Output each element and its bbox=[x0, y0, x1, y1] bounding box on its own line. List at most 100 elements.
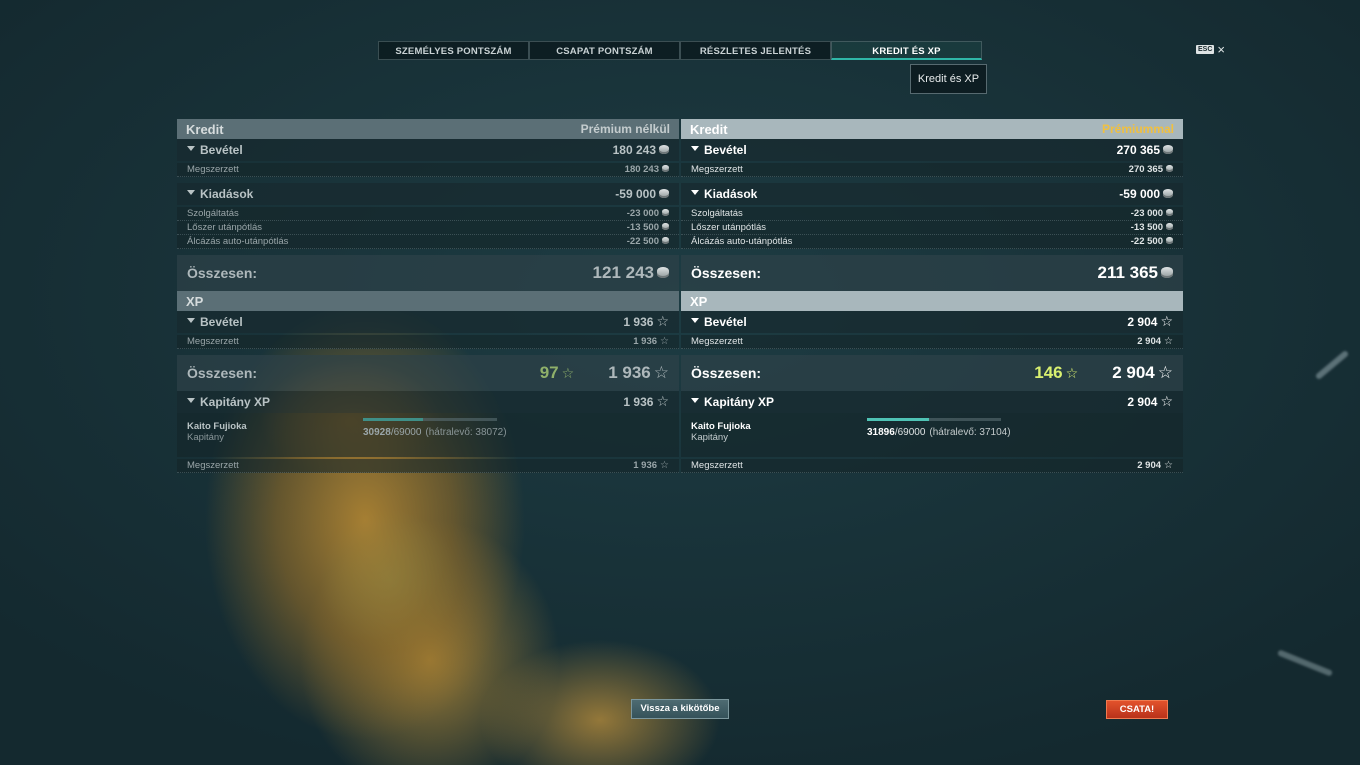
captain-progress-bar bbox=[867, 418, 1001, 421]
collapse-triangle-icon bbox=[691, 318, 699, 324]
item-value: -23 000 bbox=[1130, 208, 1163, 219]
expenses-group[interactable]: Kiadások -59 000 bbox=[681, 183, 1183, 205]
premium-status-label: Prémium nélkül bbox=[580, 122, 670, 136]
star-icon: ☆ bbox=[656, 393, 669, 409]
credit-total-row: Összesen: 211 365 bbox=[681, 255, 1183, 291]
star-icon: ☆ bbox=[656, 313, 669, 329]
xp-income-group[interactable]: Bevétel 1 936 ☆ bbox=[177, 311, 679, 333]
tab-personal-score[interactable]: SZEMÉLYES PONTSZÁM bbox=[378, 41, 529, 60]
xp-total-row: Összesen: 146 ☆ 2 904 ☆ bbox=[681, 355, 1183, 391]
captain-progress-current: 30928 bbox=[363, 427, 391, 438]
xp-title: XP bbox=[690, 293, 708, 309]
item-label: Megszerzett bbox=[691, 460, 743, 471]
credit-total-value: 211 365 bbox=[1097, 263, 1158, 282]
expenses-label: Kiadások bbox=[200, 187, 254, 201]
income-group[interactable]: Bevétel 270 365 bbox=[681, 139, 1183, 161]
tab-credit-xp[interactable]: KREDIT ÉS XP bbox=[831, 41, 982, 60]
item-label: Álcázás auto-utánpótlás bbox=[187, 236, 289, 247]
captain-progress-fill bbox=[867, 418, 929, 421]
item-value: 2 904 bbox=[1137, 335, 1162, 347]
xp-income-label: Bevétel bbox=[704, 315, 747, 329]
star-icon: ☆ bbox=[660, 459, 669, 471]
income-label: Bevétel bbox=[704, 143, 747, 157]
item-value: -13 500 bbox=[1130, 222, 1163, 233]
captain-progress-fill bbox=[363, 418, 424, 421]
base-xp-value: 97 bbox=[539, 363, 559, 382]
xp-income-group[interactable]: Bevétel 2 904 ☆ bbox=[681, 311, 1183, 333]
item-label: Megszerzett bbox=[691, 336, 743, 347]
base-xp-value: 146 bbox=[1034, 363, 1063, 382]
captain-xp-value: 2 904 bbox=[1127, 395, 1158, 409]
item-value: -13 500 bbox=[626, 222, 659, 233]
star-icon: ☆ bbox=[660, 335, 669, 347]
xp-header: XP bbox=[177, 291, 679, 311]
collapse-triangle-icon bbox=[187, 318, 195, 324]
list-item: Megszerzett 180 243 bbox=[177, 163, 679, 177]
results-tabs: SZEMÉLYES PONTSZÁM CSAPAT PONTSZÁM RÉSZL… bbox=[378, 41, 982, 60]
income-value: 270 365 bbox=[1116, 143, 1160, 157]
premium-status-label: Prémiummal bbox=[1101, 122, 1174, 136]
item-value: 2 904 bbox=[1137, 459, 1162, 471]
item-value: 1 936 bbox=[633, 459, 658, 471]
credit-header: Kredit Prémiummal bbox=[681, 119, 1183, 139]
credit-coin-icon bbox=[1166, 208, 1173, 216]
credit-coin-icon bbox=[1161, 266, 1173, 278]
item-label: Lőszer utánpótlás bbox=[187, 222, 262, 233]
tab-team-score[interactable]: CSAPAT PONTSZÁM bbox=[529, 41, 680, 60]
list-item: Álcázás auto-utánpótlás -22 500 bbox=[177, 235, 679, 249]
credit-coin-icon bbox=[662, 164, 669, 172]
star-icon: ☆ bbox=[1160, 313, 1173, 329]
item-value: 1 936 bbox=[633, 335, 658, 347]
credit-coin-icon bbox=[662, 236, 669, 244]
star-icon: ☆ bbox=[1160, 393, 1173, 409]
credit-coin-icon bbox=[1163, 189, 1173, 199]
expenses-label: Kiadások bbox=[704, 187, 758, 201]
star-icon: ☆ bbox=[1065, 365, 1079, 381]
credit-coin-icon bbox=[659, 189, 669, 199]
collapse-triangle-icon bbox=[691, 190, 699, 196]
captain-xp-value: 1 936 bbox=[623, 395, 654, 409]
captain-xp-label: Kapitány XP bbox=[200, 395, 271, 409]
list-item: Szolgáltatás -23 000 bbox=[177, 207, 679, 221]
total-label: Összesen: bbox=[187, 265, 258, 281]
credit-coin-icon bbox=[1163, 145, 1173, 155]
captain-xp-group[interactable]: Kapitány XP 1 936 ☆ bbox=[177, 391, 679, 413]
esc-key-badge: ESC bbox=[1196, 45, 1215, 54]
captain-progress-text: 30928/69000 (hátralevő: 38072) bbox=[363, 427, 507, 438]
item-label: Megszerzett bbox=[187, 336, 239, 347]
expenses-value: -59 000 bbox=[1119, 187, 1160, 201]
captain-progress-max: /69000 bbox=[390, 427, 422, 438]
back-to-port-button[interactable]: Vissza a kikötőbe bbox=[631, 699, 729, 719]
tab-detailed-report[interactable]: RÉSZLETES JELENTÉS bbox=[680, 41, 831, 60]
star-icon: ☆ bbox=[1157, 363, 1173, 382]
credit-coin-icon bbox=[1166, 236, 1173, 244]
item-label: Megszerzett bbox=[691, 164, 743, 175]
credit-coin-icon bbox=[662, 208, 669, 216]
item-label: Megszerzett bbox=[187, 460, 239, 471]
close-button[interactable]: ESC × bbox=[1196, 43, 1225, 56]
item-value: 270 365 bbox=[1128, 164, 1163, 175]
xp-total-value: 1 936 bbox=[608, 363, 651, 382]
item-value: -23 000 bbox=[626, 208, 659, 219]
star-icon: ☆ bbox=[1164, 335, 1173, 347]
list-item: Megszerzett 270 365 bbox=[681, 163, 1183, 177]
expenses-group[interactable]: Kiadások -59 000 bbox=[177, 183, 679, 205]
credit-title: Kredit bbox=[690, 121, 728, 137]
credit-title: Kredit bbox=[186, 121, 224, 137]
credit-coin-icon bbox=[662, 222, 669, 230]
collapse-triangle-icon bbox=[691, 146, 699, 152]
captain-xp-label: Kapitány XP bbox=[704, 395, 775, 409]
collapse-triangle-icon bbox=[691, 398, 699, 404]
income-group[interactable]: Bevétel 180 243 bbox=[177, 139, 679, 161]
xp-income-value: 2 904 bbox=[1127, 315, 1158, 329]
credit-total-row: Összesen: 121 243 bbox=[177, 255, 679, 291]
xp-total-value: 2 904 bbox=[1112, 363, 1155, 382]
battle-button[interactable]: CSATA! bbox=[1106, 700, 1168, 719]
list-item: Szolgáltatás -23 000 bbox=[681, 207, 1183, 221]
captain-xp-group[interactable]: Kapitány XP 2 904 ☆ bbox=[681, 391, 1183, 413]
credit-coin-icon bbox=[659, 145, 669, 155]
item-value: 180 243 bbox=[624, 164, 659, 175]
star-icon: ☆ bbox=[561, 365, 575, 381]
captain-info: Kaito Fujioka Kapitány 30928/69000 (hátra… bbox=[177, 413, 679, 457]
list-item: Megszerzett 2 904 ☆ bbox=[681, 459, 1183, 473]
